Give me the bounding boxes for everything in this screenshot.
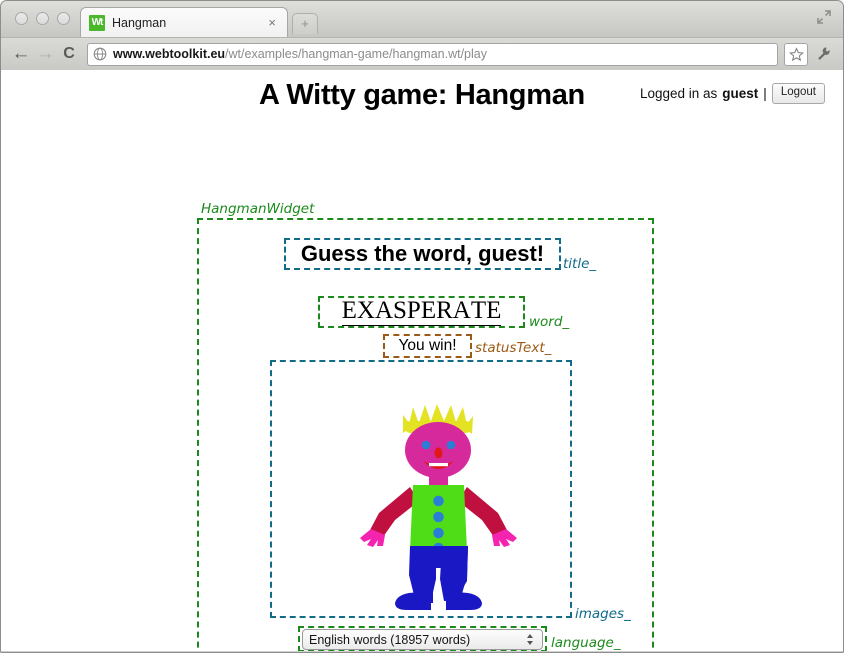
word-letter: T — [470, 297, 487, 326]
page-viewport: A Witty game: Hangman Logged in as guest… — [1, 70, 843, 651]
url-host: www.webtoolkit.eu — [113, 47, 226, 61]
fullscreen-arrows-icon[interactable] — [816, 9, 832, 25]
new-tab-button[interactable]: + — [292, 13, 318, 34]
url-text: www.webtoolkit.eu/wt/examples/hangman-ga… — [113, 47, 487, 61]
wrench-icon[interactable] — [813, 43, 835, 65]
star-icon[interactable] — [784, 42, 808, 66]
login-status-bar: Logged in as guest | Logout — [640, 83, 825, 104]
close-window-button[interactable] — [15, 12, 28, 25]
up-down-stepper-icon[interactable] — [526, 633, 536, 646]
logout-button[interactable]: Logout — [771, 83, 825, 104]
login-separator: | — [763, 85, 767, 101]
site-header: A Witty game: Hangman Logged in as guest… — [1, 70, 843, 115]
back-button[interactable]: ← — [9, 42, 33, 66]
annotation-hangman-widget: HangmanWidget — [201, 201, 315, 217]
forward-button[interactable]: → — [33, 42, 57, 66]
window-controls[interactable] — [15, 12, 70, 25]
url-path: /wt/examples/hangman-game/hangman.wt/pla… — [225, 47, 487, 61]
login-prefix-label: Logged in as — [639, 85, 718, 101]
globe-icon — [93, 47, 107, 61]
minimize-window-button[interactable] — [36, 12, 49, 25]
login-username: guest — [722, 85, 759, 101]
screenshot-root: Wt Hangman × + ← → C www.webtoolkit.eu/w… — [0, 0, 844, 653]
word-letter: P — [406, 297, 421, 326]
tab-close-icon[interactable]: × — [265, 16, 279, 29]
word-letter: A — [374, 297, 393, 326]
language-select[interactable]: English words (18957 words) — [302, 629, 543, 650]
browser-toolbar: ← → C www.webtoolkit.eu/wt/examples/hang… — [1, 37, 843, 70]
word-letter: X — [356, 297, 375, 326]
guess-title-text: Guess the word, guest! — [300, 241, 545, 266]
word-letter: E — [341, 297, 357, 326]
reload-button[interactable]: C — [57, 42, 81, 66]
word-letter: E — [486, 297, 502, 326]
word-letter: S — [393, 297, 407, 326]
guess-title-container: Guess the word, guest! — [284, 238, 561, 270]
language-select-value: English words (18957 words) — [309, 632, 471, 647]
word-letters: EXASPERATE — [320, 298, 523, 326]
hangman-winner-figure — [357, 403, 527, 613]
word-letter: A — [452, 297, 471, 326]
word-letter: R — [436, 297, 453, 326]
browser-tabstrip: Wt Hangman × + — [1, 1, 843, 37]
favicon-wt-icon: Wt — [89, 14, 105, 31]
word-letter: E — [420, 297, 437, 326]
browser-window: Wt Hangman × + ← → C www.webtoolkit.eu/w… — [0, 0, 844, 653]
address-bar[interactable]: www.webtoolkit.eu/wt/examples/hangman-ga… — [87, 42, 778, 66]
status-text: You win! — [398, 337, 457, 354]
tab-title: Hangman — [112, 15, 167, 30]
word-container: EXASPERATE — [318, 296, 525, 328]
language-select-container: English words (18957 words) — [298, 626, 547, 651]
browser-tab-hangman[interactable]: Wt Hangman × — [80, 7, 288, 37]
maximize-window-button[interactable] — [57, 12, 70, 25]
status-text-container: You win! — [383, 334, 472, 358]
